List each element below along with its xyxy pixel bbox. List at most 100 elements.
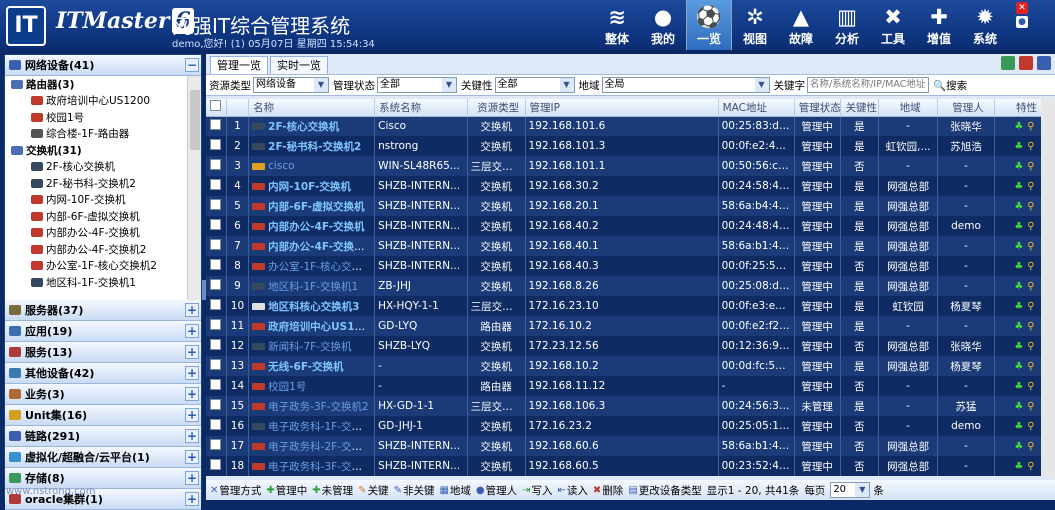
- checkbox-cell[interactable]: [206, 356, 227, 376]
- row-checkbox[interactable]: [210, 419, 222, 430]
- nav-network[interactable]: ✲ 视图: [732, 0, 778, 50]
- monitor-icon[interactable]: ♣: [1014, 461, 1023, 472]
- action-button[interactable]: ✎ 非关键: [394, 483, 435, 498]
- checkbox-cell[interactable]: [206, 236, 227, 256]
- row-checkbox[interactable]: [210, 459, 222, 470]
- sidebar-section[interactable]: 应用(19) +: [5, 321, 201, 342]
- device-name-link[interactable]: 内部办公-4F-交换机2: [268, 241, 372, 253]
- key-icon[interactable]: ⚲: [1027, 221, 1034, 232]
- key-icon[interactable]: ⚲: [1027, 321, 1034, 332]
- key-icon[interactable]: ⚲: [1027, 241, 1034, 252]
- table-row[interactable]: 8 办公室-1F-核心交换... SHZB-INTERN... 交换机 192.168.…: [206, 256, 1055, 276]
- monitor-icon[interactable]: ♣: [1014, 281, 1023, 292]
- sidebar-section[interactable]: 服务(13) +: [5, 342, 201, 363]
- action-button[interactable]: ● 管理人: [476, 483, 517, 498]
- search-button[interactable]: 🔍搜索: [933, 78, 967, 93]
- table-row[interactable]: 10 地区科核心交换机3 HX-HQY-1-1 三层交换机 172.16.23.10 00…: [206, 296, 1055, 316]
- device-name-link[interactable]: 办公室-1F-核心交换...: [268, 261, 372, 273]
- column-header[interactable]: [206, 99, 227, 117]
- column-header[interactable]: 资源类型: [467, 99, 526, 117]
- monitor-icon[interactable]: ♣: [1014, 441, 1023, 452]
- sidebar-section[interactable]: 链路(291) +: [5, 426, 201, 447]
- tree-group[interactable]: 路由器(3): [5, 76, 201, 93]
- device-name-link[interactable]: 内部办公-4F-交换机: [268, 221, 364, 233]
- device-name-link[interactable]: cisco: [268, 160, 294, 172]
- row-checkbox[interactable]: [210, 259, 222, 270]
- monitor-icon[interactable]: ♣: [1014, 241, 1023, 252]
- expand-button[interactable]: +: [185, 366, 199, 380]
- column-header[interactable]: 管理IP: [525, 99, 719, 117]
- key-icon[interactable]: ⚲: [1027, 161, 1034, 172]
- checkbox-cell[interactable]: [206, 376, 227, 396]
- tree-group[interactable]: 交换机(31): [5, 142, 201, 159]
- sidebar-section[interactable]: 服务器(37) +: [5, 300, 201, 321]
- table-row[interactable]: 7 内部办公-4F-交换机2 SHZB-INTERN... 交换机 192.168.40…: [206, 236, 1055, 256]
- tree-leaf[interactable]: 办公室-1F-核心交换机2: [5, 258, 201, 275]
- keyword-input[interactable]: 名称/系统名称/IP/MAC地址: [807, 77, 929, 93]
- device-name-link[interactable]: 地区科核心交换机3: [268, 301, 359, 313]
- key-icon[interactable]: ⚲: [1027, 301, 1034, 312]
- resource-type-select[interactable]: 网络设备 ▼: [253, 77, 329, 93]
- row-checkbox[interactable]: [210, 119, 222, 131]
- device-name-cell[interactable]: 2F-核心交换机: [248, 116, 376, 136]
- checkbox-cell[interactable]: [206, 396, 227, 416]
- tree-leaf[interactable]: 内网-10F-交换机: [5, 192, 201, 209]
- monitor-icon[interactable]: ♣: [1014, 121, 1023, 132]
- table-row[interactable]: 15 电子政务-3F-交换机2 HX-GD-1-1 三层交换机 192.168.106.…: [206, 396, 1055, 416]
- mgmt-status-select[interactable]: 全部 ▼: [377, 77, 457, 93]
- expand-button[interactable]: +: [185, 471, 199, 485]
- monitor-icon[interactable]: ♣: [1014, 401, 1023, 412]
- expand-button[interactable]: +: [185, 450, 199, 464]
- print-icon[interactable]: [1037, 56, 1051, 70]
- device-name-link[interactable]: 2F-核心交换机: [268, 121, 339, 133]
- device-name-cell[interactable]: 新闻科-7F-交换机: [248, 336, 376, 356]
- action-button[interactable]: ✎ 关键: [358, 483, 388, 498]
- per-page-select[interactable]: 20 ▼: [830, 482, 871, 498]
- sidebar-section[interactable]: 业务(3) +: [5, 384, 201, 405]
- key-icon[interactable]: ⚲: [1027, 141, 1034, 152]
- key-icon[interactable]: ⚲: [1027, 441, 1034, 452]
- tree-leaf[interactable]: 校园1号: [5, 109, 201, 126]
- monitor-icon[interactable]: ♣: [1014, 361, 1023, 372]
- nav-chart[interactable]: ▥ 分析: [824, 0, 870, 50]
- device-name-cell[interactable]: 内网-10F-交换机: [248, 176, 376, 196]
- monitor-icon[interactable]: ♣: [1014, 141, 1023, 152]
- nav-tools[interactable]: ✖ 工具: [870, 0, 916, 50]
- monitor-icon[interactable]: ♣: [1014, 261, 1023, 272]
- device-name-cell[interactable]: 办公室-1F-核心交换...: [248, 256, 376, 276]
- nav-plus[interactable]: ✚ 增值: [916, 0, 962, 50]
- device-name-link[interactable]: 电子政务科-3F-交换...: [268, 461, 372, 473]
- table-row[interactable]: 3 cisco WIN-SL48R65... 三层交换机 192.168.101.1 00…: [206, 156, 1055, 176]
- device-name-link[interactable]: 内网-10F-交换机: [268, 181, 351, 193]
- tree-leaf[interactable]: 内部办公-4F-交换机2: [5, 241, 201, 258]
- action-button[interactable]: ▤ 更改设备类型: [628, 483, 701, 498]
- sidebar-section[interactable]: 其他设备(42) +: [5, 363, 201, 384]
- column-header[interactable]: 地域: [878, 99, 939, 117]
- select-all-checkbox[interactable]: [210, 100, 222, 112]
- action-button[interactable]: ⇤ 读入: [558, 483, 588, 498]
- table-row[interactable]: 12 新闻科-7F-交换机 SHZB-LYQ 交换机 172.23.12.56 00:12…: [206, 336, 1055, 356]
- column-header[interactable]: MAC地址: [718, 99, 795, 117]
- device-name-cell[interactable]: 电子政务科-2F-交换...: [248, 436, 376, 456]
- action-button[interactable]: ✚ 未管理: [312, 483, 353, 498]
- device-name-link[interactable]: 电子政务科-1F-交换...: [268, 421, 372, 433]
- collapse-button[interactable]: −: [185, 58, 199, 72]
- sidebar-section[interactable]: Unit集(16) +: [5, 405, 201, 426]
- row-checkbox[interactable]: [210, 379, 222, 390]
- key-icon[interactable]: ⚲: [1027, 181, 1034, 192]
- tree-leaf[interactable]: 政府培训中心US1200: [5, 93, 201, 110]
- device-name-cell[interactable]: 内部-6F-虚拟交换机: [248, 196, 376, 216]
- table-row[interactable]: 9 地区科-1F-交换机1 ZB-JHJ 交换机 192.168.8.26 00:25:0…: [206, 276, 1055, 296]
- monitor-icon[interactable]: ♣: [1014, 301, 1023, 312]
- table-row[interactable]: 16 电子政务科-1F-交换... GD-JHJ-1 交换机 172.16.23.2 00…: [206, 416, 1055, 436]
- nav-layers[interactable]: ≋ 整体: [594, 0, 640, 50]
- expand-button[interactable]: +: [185, 429, 199, 443]
- column-header[interactable]: 名称: [248, 99, 376, 117]
- monitor-icon[interactable]: ♣: [1014, 221, 1023, 232]
- tab-management-overview[interactable]: 管理一览: [210, 56, 268, 74]
- row-checkbox[interactable]: [210, 139, 222, 150]
- tree-leaf[interactable]: 地区科-1F-交换机1: [5, 274, 201, 291]
- nav-soccer-ball[interactable]: ⚽ 一览: [686, 0, 732, 50]
- sidebar-section[interactable]: 虚拟化/超融合/云平台(1) +: [5, 447, 201, 468]
- user-small-icon[interactable]: ●: [1016, 16, 1028, 28]
